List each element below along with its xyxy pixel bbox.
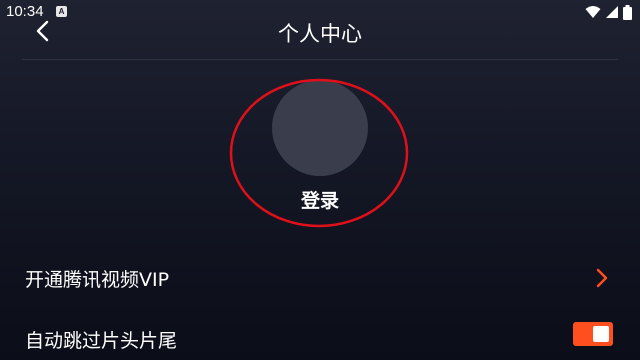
toggle-knob — [593, 326, 609, 342]
login-button[interactable]: 登录 — [230, 80, 410, 230]
login-label[interactable]: 登录 — [230, 186, 410, 213]
page-title: 个人中心 — [278, 22, 362, 46]
chevron-right-icon — [596, 268, 608, 288]
skip-intro-label: 自动跳过片头片尾 — [25, 330, 178, 352]
header: 个人中心 — [0, 0, 640, 60]
header-divider — [22, 59, 618, 60]
vip-label: 开通腾讯视频VIP — [25, 269, 170, 291]
vip-row[interactable]: 开通腾讯视频VIP — [0, 255, 640, 299]
skip-intro-row: 自动跳过片头片尾 — [0, 316, 640, 360]
skip-intro-toggle[interactable] — [573, 322, 613, 346]
avatar[interactable] — [272, 80, 368, 176]
